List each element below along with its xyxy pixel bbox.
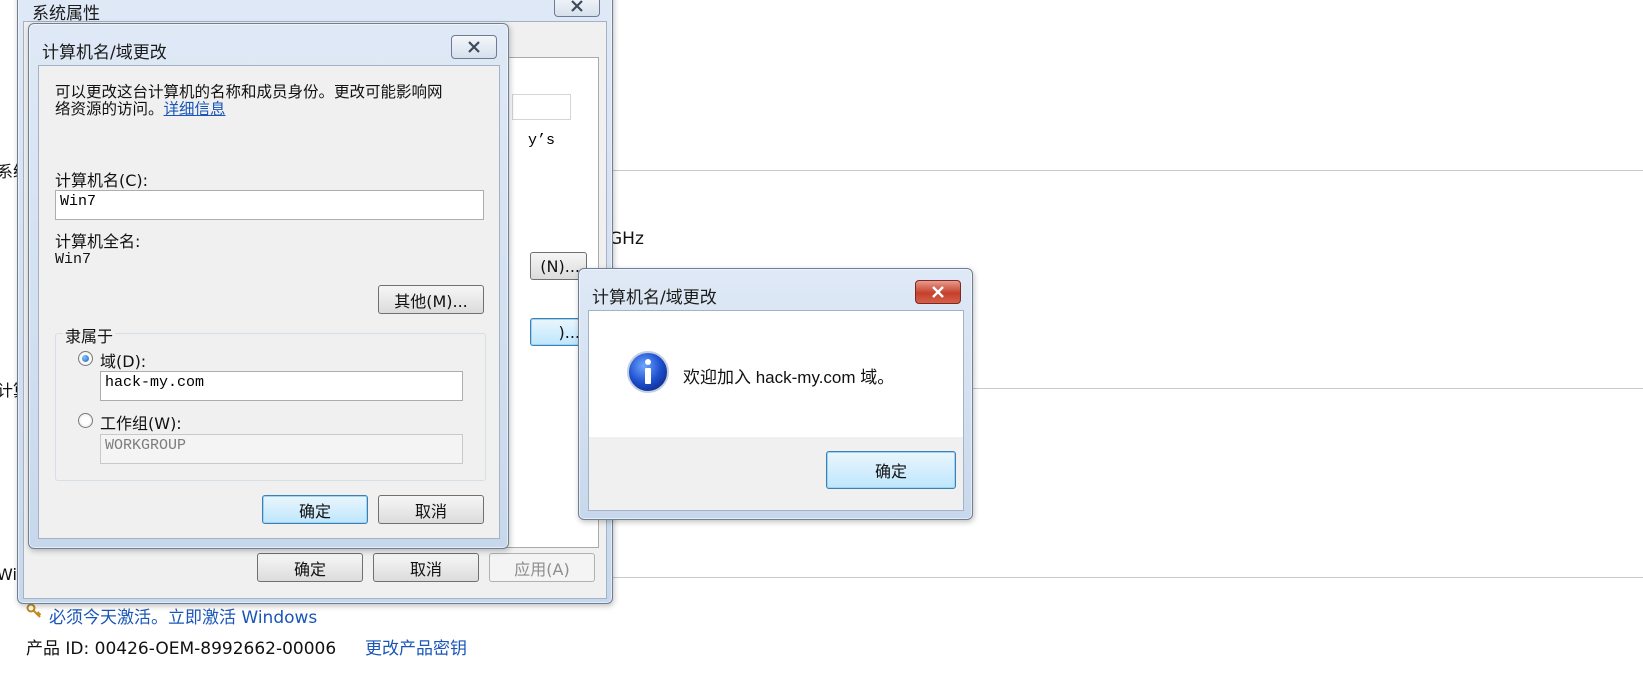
computer-name-label: 计算机名(C): <box>55 171 149 190</box>
partial-section-label: Wi <box>0 565 17 584</box>
close-button[interactable] <box>451 35 497 59</box>
close-icon <box>932 286 944 298</box>
partial-text: y’s <box>528 132 556 149</box>
message-box-title: 计算机名/域更改 <box>592 288 717 308</box>
close-icon <box>571 0 583 12</box>
domain-input[interactable]: hack-my.com <box>100 371 463 401</box>
activate-windows-link[interactable]: 必须今天激活。立即激活 Windows <box>49 603 317 628</box>
details-link[interactable]: 详细信息 <box>164 100 226 118</box>
close-button[interactable] <box>915 280 961 304</box>
close-button[interactable] <box>554 0 600 17</box>
ok-button[interactable]: 确定 <box>826 451 956 489</box>
cpu-speed-partial: GHz <box>609 229 644 249</box>
change-product-key-link[interactable]: 更改产品密钥 <box>365 634 467 659</box>
cancel-button[interactable]: 取消 <box>378 495 484 524</box>
full-name-label: 计算机全名: <box>55 232 141 251</box>
full-name-value: Win7 <box>55 251 92 268</box>
message-area: 欢迎加入 hack-my.com 域。 <box>589 311 963 437</box>
dialog-title: 计算机名/域更改 <box>42 43 167 63</box>
name-change-dialog: 计算机名/域更改 可以更改这台计算机的名称和成员身份。更改可能影响网 络资源的访… <box>28 23 509 549</box>
ok-button[interactable]: 确定 <box>257 553 363 582</box>
domain-radio[interactable] <box>78 351 93 366</box>
workgroup-radio[interactable] <box>78 413 93 428</box>
welcome-message-box: 计算机名/域更改 欢迎加入 hack-my.com 域。 确定 <box>578 268 973 520</box>
intro-text: 络资源的访问。 <box>55 100 164 118</box>
ok-button[interactable]: 确定 <box>262 495 368 524</box>
computer-name-input[interactable]: Win7 <box>55 190 484 220</box>
workgroup-label: 工作组(W): <box>100 414 182 433</box>
close-icon <box>468 41 480 53</box>
cancel-button[interactable]: 取消 <box>373 553 479 582</box>
message-box-client: 欢迎加入 hack-my.com 域。 确定 <box>588 310 964 511</box>
welcome-message-text: 欢迎加入 hack-my.com 域。 <box>683 368 895 387</box>
info-icon <box>626 350 670 394</box>
workgroup-input[interactable]: WORKGROUP <box>100 434 463 464</box>
product-id: 产品 ID: 00426-OEM-8992662-00006 <box>26 639 337 659</box>
divider <box>600 577 1643 578</box>
key-icon <box>26 603 42 619</box>
more-button[interactable]: 其他(M)... <box>378 285 484 314</box>
member-of-label: 隶属于 <box>63 323 116 347</box>
apply-button[interactable]: 应用(A) <box>489 553 595 582</box>
divider <box>600 170 1643 171</box>
intro-text-line2: 络资源的访问。详细信息 <box>55 97 226 119</box>
partial-field <box>512 94 571 120</box>
dialog-client: 可以更改这台计算机的名称和成员身份。更改可能影响网 络资源的访问。详细信息 计算… <box>38 65 500 539</box>
domain-label: 域(D): <box>100 352 147 371</box>
member-of-group: 隶属于 域(D): hack-my.com 工作组(W): WORKGROUP <box>55 323 486 481</box>
